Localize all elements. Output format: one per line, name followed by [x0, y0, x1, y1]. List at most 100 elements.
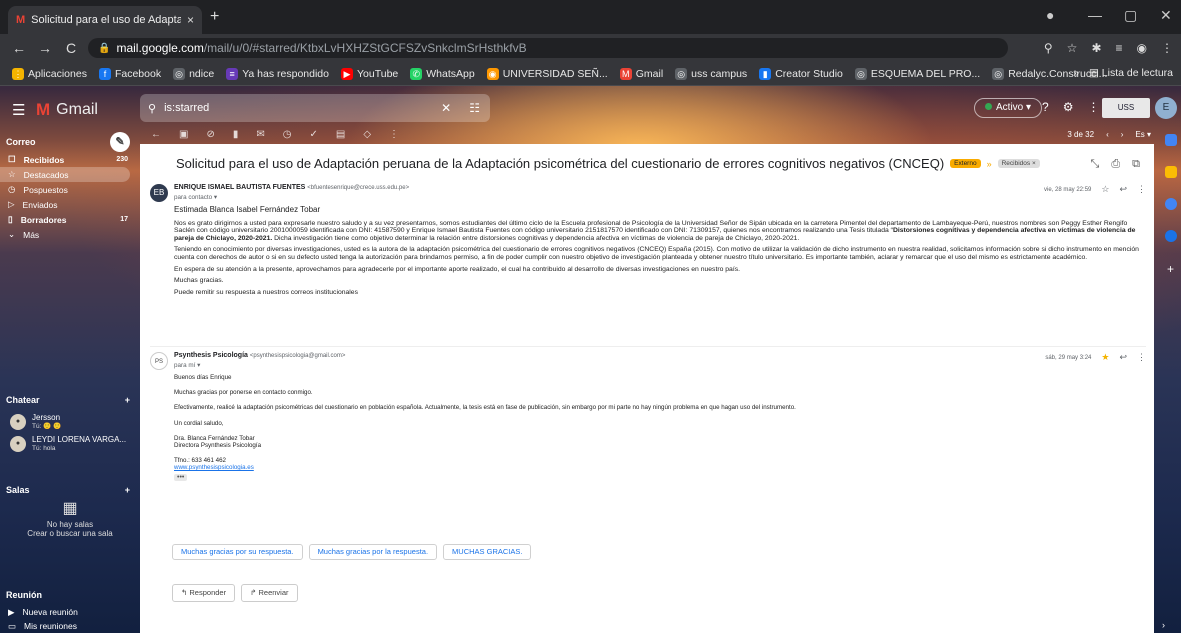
delete-icon[interactable]: ▮ — [233, 129, 239, 140]
reading-list-icon[interactable]: ≡ — [1116, 41, 1123, 55]
calendar-icon[interactable] — [1164, 134, 1177, 146]
forward-button[interactable]: ↱ Reenviar — [241, 584, 298, 602]
sidebar-item-más[interactable]: ⌄ Más — [0, 227, 140, 242]
print-icon[interactable]: ⎙ — [1111, 158, 1120, 171]
tab-close-icon[interactable]: × — [187, 13, 194, 27]
create-room-link[interactable]: Crear o buscar una sala — [0, 529, 140, 538]
show-trimmed-content-button[interactable]: ••• — [174, 473, 188, 481]
recibidos-label-chip[interactable]: Recibidos × — [997, 159, 1040, 168]
search-input[interactable]: is:starred — [164, 102, 433, 114]
gmail-logo[interactable]: M Gmail — [36, 100, 98, 120]
extensions-icon[interactable]: ✱ — [1091, 41, 1101, 55]
snooze-icon[interactable]: ◷ — [283, 129, 292, 140]
main-menu-icon[interactable]: ☰ — [12, 101, 25, 119]
search-bar[interactable]: ⚲ is:starred ✕ ☷ — [140, 94, 490, 122]
reply-icon[interactable]: ↩ — [1119, 184, 1127, 195]
bookmark-item[interactable]: ◎ uss campus — [671, 67, 751, 80]
starred-icon[interactable]: ★ — [1101, 352, 1109, 363]
website-link[interactable]: www.psynthesispsicologia.es — [174, 464, 254, 471]
sidebar-item-destacados[interactable]: ☆ Destacados — [0, 167, 130, 182]
new-tab-button[interactable]: + — [210, 8, 219, 26]
expand-all-icon[interactable]: ⤡ — [1091, 158, 1100, 171]
search-options-icon[interactable]: ☷ — [469, 101, 480, 115]
profile-dot-icon[interactable]: ● — [1046, 7, 1054, 23]
newer-icon[interactable]: ‹ — [1106, 130, 1109, 139]
expand-side-panel-icon[interactable]: › — [1162, 620, 1165, 630]
report-spam-icon[interactable]: ⊘ — [206, 129, 214, 140]
bookmark-item[interactable]: ✆ WhatsApp — [406, 67, 478, 80]
sidebar-item-icon: ⌄ — [8, 229, 16, 239]
bookmark-item[interactable]: ≡ Ya has respondido — [222, 67, 333, 80]
archive-icon[interactable]: ▣ — [179, 129, 188, 140]
help-icon[interactable]: ? — [1042, 100, 1049, 114]
settings-gear-icon[interactable]: ⚙ — [1063, 100, 1074, 114]
minimize-button[interactable]: — — [1088, 7, 1102, 23]
move-to-icon[interactable]: ▤ — [336, 129, 345, 140]
forward-icon[interactable]: → — [32, 40, 58, 56]
message-more-icon[interactable]: ⋮ — [1137, 184, 1146, 195]
reunion-item[interactable]: ▶ Nueva reunión — [0, 605, 140, 619]
chat-item[interactable]: ● LEYDI LORENA VARGA... Tú: hola — [0, 434, 140, 454]
smart-reply-chip[interactable]: MUCHAS GRACIAS. — [443, 544, 532, 560]
search-icon[interactable]: ⚲ — [148, 102, 156, 115]
more-options-icon[interactable]: ⋮ — [389, 129, 399, 140]
input-language-selector[interactable]: Es ▾ — [1135, 130, 1151, 139]
sidebar-item-borradores[interactable]: ▯ Borradores 17 — [0, 212, 140, 227]
sidebar-item-recibidos[interactable]: ☐ Recibidos 230 — [0, 152, 140, 167]
bookmark-item[interactable]: ◎ ndice — [169, 67, 218, 80]
bookmark-star-icon[interactable]: ☆ — [1067, 41, 1078, 55]
smart-reply-chip[interactable]: Muchas gracias por su respuesta. — [172, 544, 303, 560]
reply-icon[interactable]: ↩ — [1119, 352, 1127, 363]
back-to-list-icon[interactable]: ← — [151, 129, 161, 140]
bookmark-item[interactable]: ▶ YouTube — [337, 67, 402, 80]
mark-unread-icon[interactable]: ✉ — [256, 129, 264, 140]
salas-section-header[interactable]: Salas + — [0, 480, 140, 500]
chat-item[interactable]: ● Jersson Tú: 🙂 🙂 — [0, 412, 140, 432]
bookmark-item[interactable]: ⋮ Aplicaciones — [8, 67, 91, 80]
reply-button[interactable]: ↰ Responder — [172, 584, 236, 602]
message-more-icon[interactable]: ⋮ — [1137, 352, 1146, 363]
back-icon[interactable]: ← — [6, 40, 32, 56]
maximize-button[interactable]: ▢ — [1124, 7, 1137, 24]
star-icon[interactable]: ☆ — [1101, 184, 1109, 195]
reload-icon[interactable]: C — [58, 40, 84, 56]
browser-tab[interactable]: M Solicitud para el uso de Adaptac × — [8, 6, 202, 34]
reunion-item[interactable]: ▭ Mis reuniones — [0, 619, 140, 633]
bookmark-item[interactable]: M Gmail — [616, 67, 667, 80]
compose-pencil-icon[interactable]: ✎ — [110, 132, 130, 152]
add-addon-icon[interactable]: + — [1160, 262, 1181, 276]
keep-icon[interactable] — [1164, 166, 1177, 178]
clear-search-icon[interactable]: ✕ — [441, 101, 451, 115]
profile-avatar-icon[interactable]: ◉ — [1137, 41, 1147, 55]
chatear-section-header[interactable]: Chatear + — [0, 390, 140, 410]
importance-marker-icon[interactable]: » — [987, 159, 992, 169]
recipient-dropdown[interactable]: para mí ▾ — [174, 362, 200, 369]
sender-line: Psynthesis Psicología <psynthesispsicolo… — [174, 352, 346, 359]
recipient-dropdown[interactable]: para contacto ▾ — [174, 194, 217, 201]
close-window-button[interactable]: ✕ — [1160, 7, 1172, 24]
sidebar-item-enviados[interactable]: ▷ Enviados — [0, 197, 140, 212]
open-new-window-icon[interactable]: ⧉ — [1132, 158, 1140, 171]
reunion-section-header[interactable]: Reunión — [0, 585, 140, 605]
add-task-icon[interactable]: ✓ — [309, 129, 317, 140]
account-avatar[interactable]: E — [1155, 97, 1177, 119]
zoom-icon[interactable]: ⚲ — [1044, 41, 1053, 55]
sidebar-item-pospuestos[interactable]: ◷ Pospuestos — [0, 182, 140, 197]
browser-menu-icon[interactable]: ⋮ — [1161, 41, 1173, 55]
status-selector[interactable]: Activo ▾ — [974, 98, 1043, 118]
more-bookmarks-icon[interactable]: » — [1073, 67, 1079, 79]
bookmark-item[interactable]: ◉ UNIVERSIDAD SEÑ... — [483, 67, 612, 80]
label-icon[interactable]: ◇ — [363, 129, 371, 140]
add-chat-icon[interactable]: + — [125, 395, 130, 405]
bookmark-item[interactable]: ◎ ESQUEMA DEL PRO... — [851, 67, 984, 80]
older-icon[interactable]: › — [1121, 130, 1124, 139]
correo-section-header[interactable]: Correo ✎ — [0, 132, 140, 152]
add-room-icon[interactable]: + — [125, 485, 130, 495]
address-bar[interactable]: 🔒 mail.google.com/mail/u/0/#starred/Ktbx… — [88, 38, 1008, 58]
tasks-icon[interactable] — [1164, 198, 1177, 210]
bookmark-item[interactable]: f Facebook — [95, 67, 165, 80]
reading-list-button[interactable]: ▤ Lista de lectura — [1089, 67, 1173, 79]
bookmark-item[interactable]: ▮ Creator Studio — [755, 67, 847, 80]
smart-reply-chip[interactable]: Muchas gracias por la respuesta. — [308, 544, 438, 560]
contacts-icon[interactable] — [1164, 230, 1177, 242]
